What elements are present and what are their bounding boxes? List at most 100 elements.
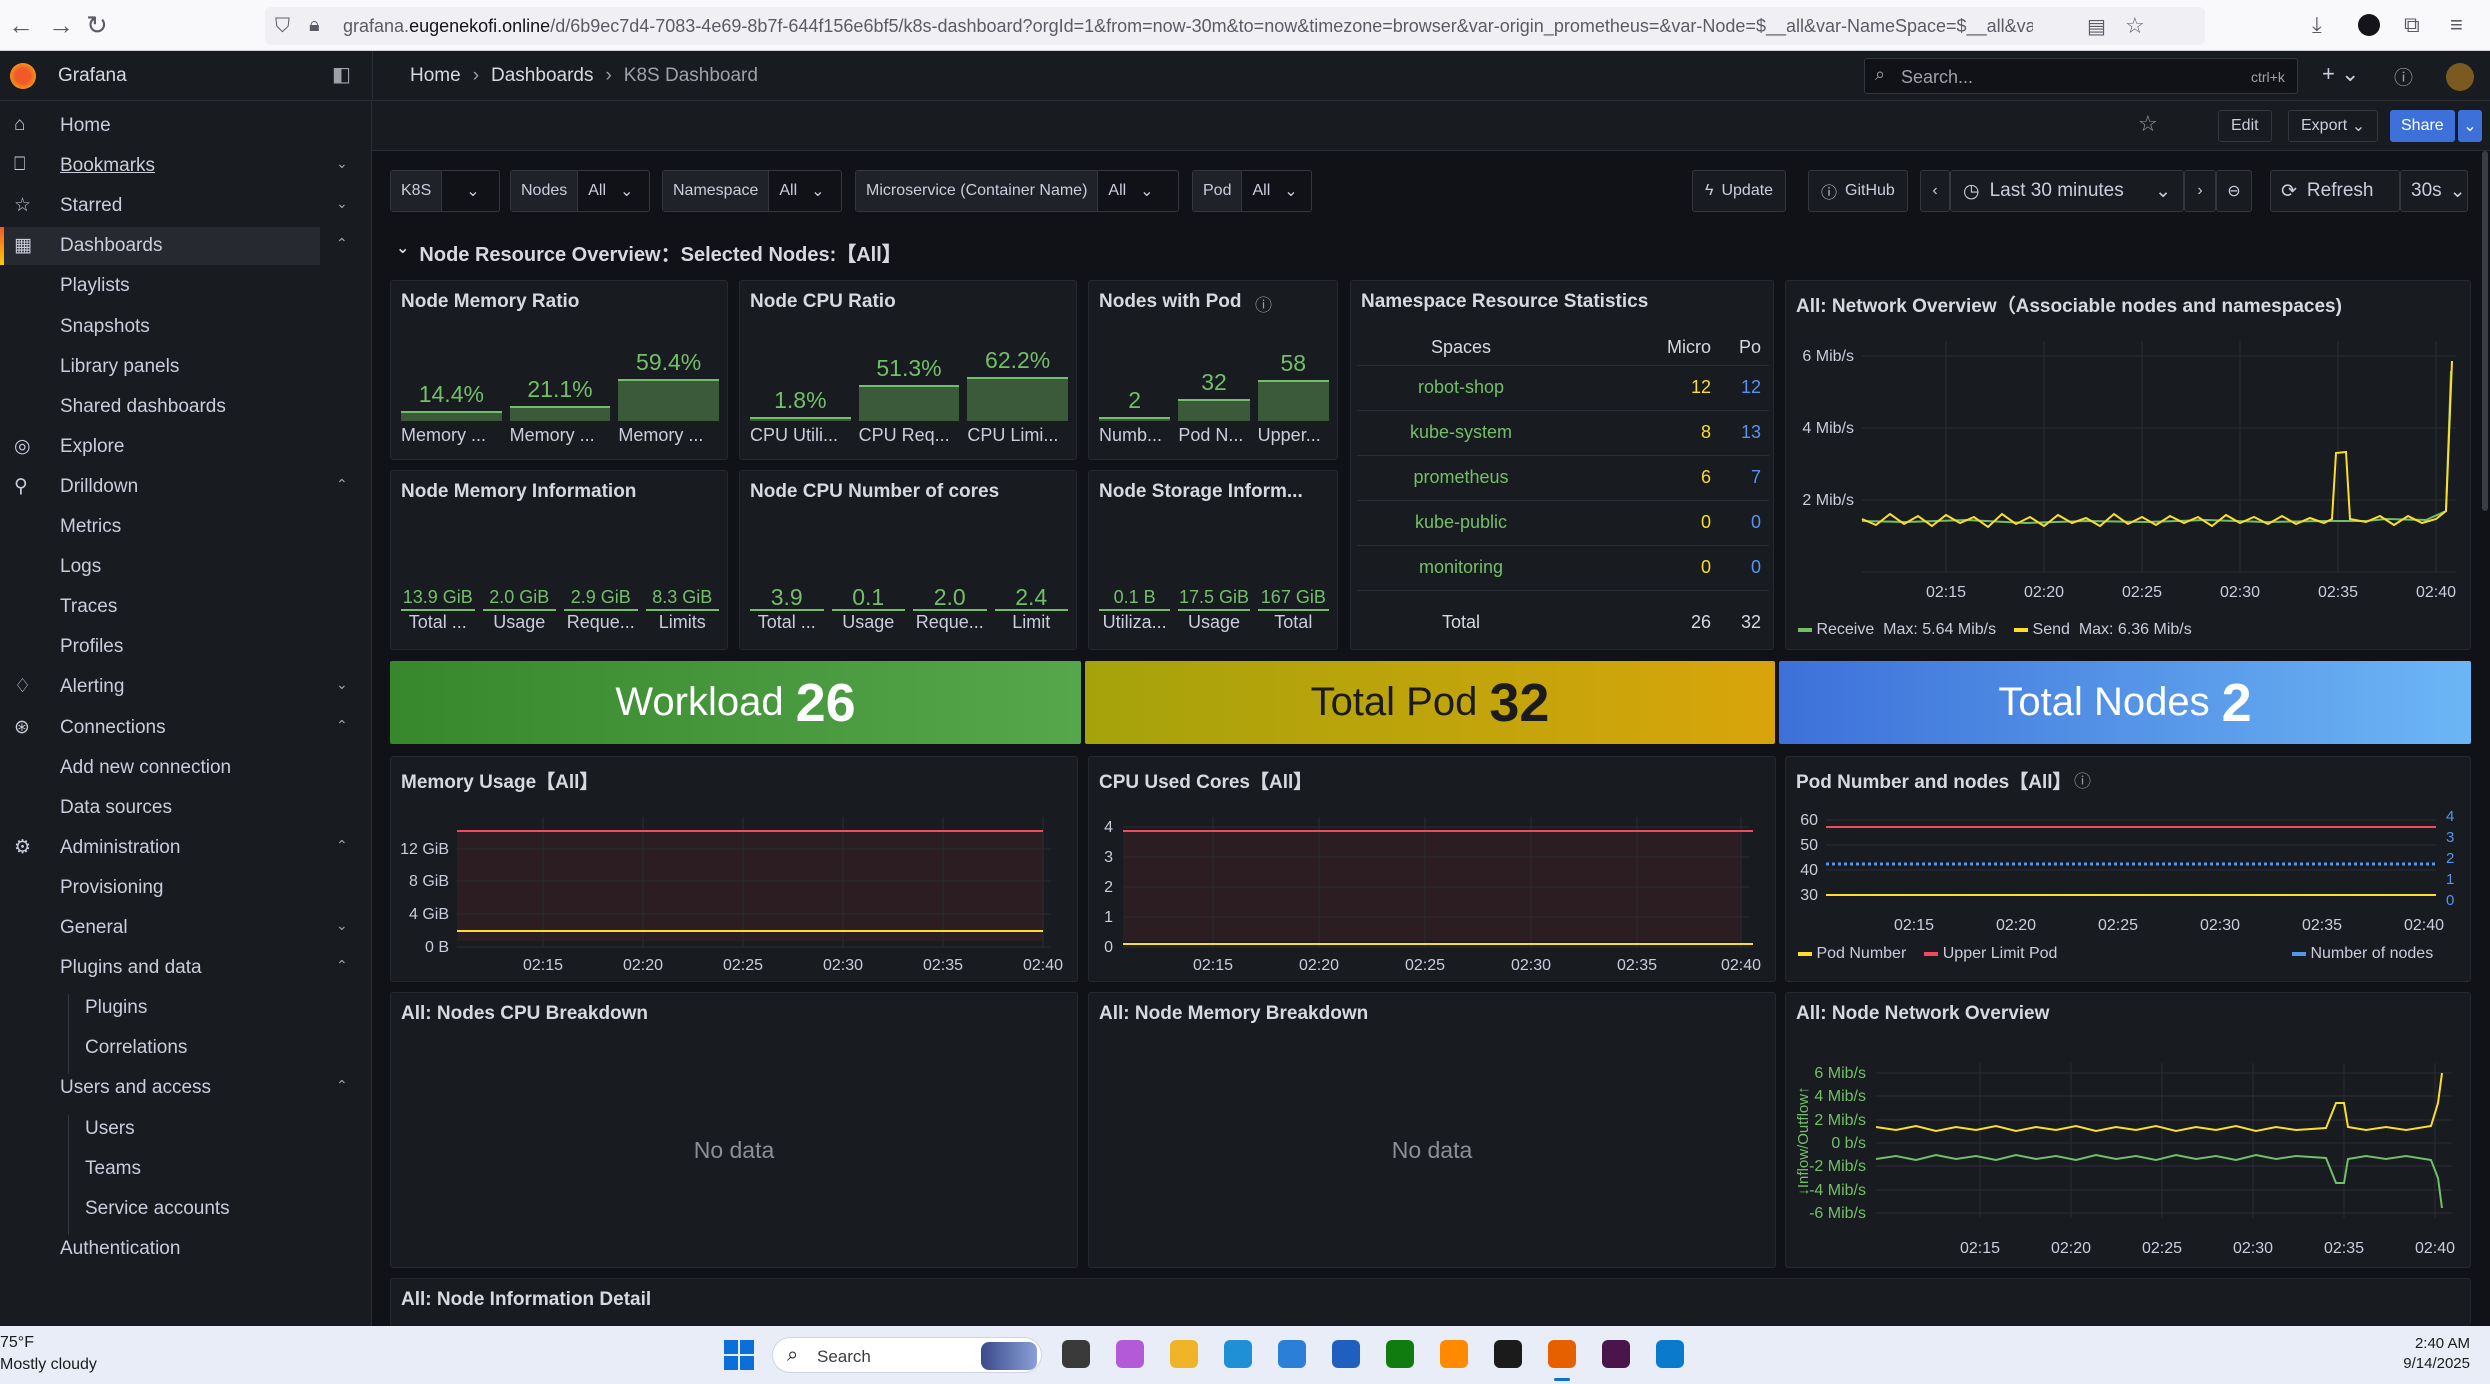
file-explorer-icon[interactable] bbox=[1170, 1340, 1198, 1368]
sidebar-item-provisioning[interactable]: Provisioning bbox=[0, 869, 320, 907]
sidebar-item-plugins-and-data[interactable]: Plugins and data bbox=[0, 949, 320, 987]
reader-icon[interactable]: ▤ bbox=[2087, 14, 2106, 39]
sidebar-item-administration[interactable]: ⚙ Administration bbox=[0, 829, 320, 867]
breadcrumb-dashboards[interactable]: Dashboards bbox=[491, 65, 593, 87]
variable-namespace[interactable]: Namespace All ⌄ bbox=[662, 170, 842, 212]
panel-network-overview[interactable]: All: Network Overview（Associable nodes a… bbox=[1785, 280, 2471, 650]
zoom-out-icon[interactable]: ⊖ bbox=[2216, 170, 2252, 212]
sidebar-item-logs[interactable]: Logs bbox=[0, 548, 320, 586]
panel-pod-number-nodes[interactable]: Pod Number and nodes【All】 ⓘ 60 50 40 30 … bbox=[1785, 756, 2471, 982]
variable-microservice-container-name-[interactable]: Microservice (Container Name) All ⌄ bbox=[855, 170, 1179, 212]
chevron-down-icon[interactable]: ⌄ bbox=[336, 917, 348, 934]
legend-receive[interactable]: Receive Max: 5.64 Mib/s bbox=[1798, 621, 1996, 639]
sidebar-item-correlations[interactable]: Correlations bbox=[0, 1029, 320, 1067]
reload-icon[interactable]: ↻ bbox=[86, 10, 108, 41]
legend-number-of-nodes[interactable]: Number of nodes bbox=[2292, 945, 2433, 963]
search-input[interactable]: ⌕ Search... ctrl+k bbox=[1864, 58, 2298, 94]
panel-node-storage[interactable]: Node Storage Inform... 0.1 B Utiliza... 17… bbox=[1088, 470, 1338, 650]
info-icon[interactable]: ⓘ bbox=[1255, 291, 1272, 316]
panel-node-information-detail[interactable]: All: Node Information Detail bbox=[390, 1278, 2471, 1326]
windows-start-icon[interactable] bbox=[724, 1340, 754, 1370]
panel-node-memory-information[interactable]: Node Memory Information 13.9 GiB Total ..… bbox=[390, 470, 728, 650]
back-icon[interactable]: ← bbox=[8, 10, 34, 41]
panel-cpu-used-cores[interactable]: CPU Used Cores【All】 4 3 2 1 0 02:15 02:2… bbox=[1088, 756, 1776, 982]
download-icon[interactable]: ⤓ bbox=[2312, 12, 2322, 38]
sidebar-item-library-panels[interactable]: Library panels bbox=[0, 348, 320, 386]
edge-icon[interactable] bbox=[1224, 1340, 1252, 1368]
stat-total-nodes[interactable]: Total Nodes 2 bbox=[1779, 661, 2471, 744]
taskbar-search[interactable]: ⌕ Search bbox=[772, 1337, 1042, 1373]
legend-pod-number[interactable]: Pod Number bbox=[1798, 945, 1906, 963]
sidebar-item-authentication[interactable]: Authentication bbox=[0, 1230, 320, 1268]
sidebar-item-shared-dashboards[interactable]: Shared dashboards bbox=[0, 388, 320, 426]
legend-send[interactable]: Send Max: 6.36 Mib/s bbox=[2014, 621, 2192, 639]
store-icon[interactable] bbox=[1278, 1340, 1306, 1368]
scrollbar[interactable] bbox=[2482, 151, 2488, 511]
panel-node-memory-breakdown[interactable]: All: Node Memory Breakdown No data bbox=[1088, 992, 1776, 1268]
sidebar-item-service-accounts[interactable]: Service accounts bbox=[0, 1190, 320, 1228]
sidebar-item-profiles[interactable]: Profiles bbox=[0, 628, 320, 666]
sidebar-item-alerting[interactable]: ♢ Alerting bbox=[0, 668, 320, 706]
chevron-down-icon[interactable]: ⌄ bbox=[336, 155, 348, 172]
menu-icon[interactable]: ≡ bbox=[2450, 12, 2463, 38]
grafana-logo-icon[interactable] bbox=[10, 63, 36, 89]
sidebar-item-drilldown[interactable]: ⚲ Drilldown bbox=[0, 468, 320, 506]
time-range-picker[interactable]: ◷ Last 30 minutes ⌄ bbox=[1950, 170, 2184, 212]
forward-icon[interactable]: → bbox=[48, 10, 74, 41]
sidebar-item-home[interactable]: ⌂ Home bbox=[0, 107, 320, 145]
dock-menu-icon[interactable]: ◧ bbox=[332, 62, 351, 87]
sidebar-item-explore[interactable]: ◎ Explore bbox=[0, 428, 320, 466]
variable-pod[interactable]: Pod All ⌄ bbox=[1192, 170, 1312, 212]
sidebar-item-bookmarks[interactable]: ⎕ Bookmarks bbox=[0, 147, 320, 185]
sidebar-item-users-and-access[interactable]: Users and access bbox=[0, 1069, 320, 1107]
sidebar-item-general[interactable]: General bbox=[0, 909, 320, 947]
account-icon[interactable] bbox=[2358, 14, 2380, 36]
chevron-up-icon[interactable]: ⌃ bbox=[336, 837, 348, 854]
sidebar-item-traces[interactable]: Traces bbox=[0, 588, 320, 626]
sidebar-item-plugins[interactable]: Plugins bbox=[0, 989, 320, 1027]
sidebar-item-teams[interactable]: Teams bbox=[0, 1150, 320, 1188]
panel-memory-usage[interactable]: Memory Usage【All】 12 GiB 8 GiB 4 GiB 0 B… bbox=[390, 756, 1078, 982]
time-forward-button[interactable]: › bbox=[2184, 170, 2216, 212]
address-bar[interactable]: ⛉ 🔒︎ grafana.eugenekofi.online/d/6b9ec7d… bbox=[265, 7, 2205, 45]
panel-nodes-cpu-breakdown[interactable]: All: Nodes CPU Breakdown No data bbox=[390, 992, 1078, 1268]
variable-value[interactable]: All ⌄ bbox=[1098, 181, 1163, 201]
sidebar-item-dashboards[interactable]: ▦ Dashboards bbox=[0, 227, 320, 266]
weather-widget[interactable]: 75°F Mostly cloudy bbox=[0, 1332, 97, 1376]
variable-k8s[interactable]: K8S ⌄ bbox=[390, 170, 500, 212]
variable-value[interactable]: All ⌄ bbox=[578, 181, 643, 201]
export-button[interactable]: Export ⌄ bbox=[2288, 110, 2379, 142]
sidebar-item-users[interactable]: Users bbox=[0, 1110, 320, 1148]
panel-node-cpu-ratio[interactable]: Node CPU Ratio 1.8% CPU Utili... 51.3% CPU … bbox=[739, 280, 1077, 460]
refresh-interval-select[interactable]: 30s ⌄ bbox=[2400, 170, 2468, 212]
variable-nodes[interactable]: Nodes All ⌄ bbox=[510, 170, 650, 212]
row-header[interactable]: ⌄ Node Resource Overview：Selected Nodes:… bbox=[396, 238, 902, 267]
sidebar-item-metrics[interactable]: Metrics bbox=[0, 508, 320, 546]
bookmark-star-icon[interactable]: ☆ bbox=[2125, 13, 2145, 39]
variable-value[interactable]: All ⌄ bbox=[1242, 181, 1307, 201]
sublime-icon[interactable] bbox=[1440, 1340, 1468, 1368]
sidebar-item-data-sources[interactable]: Data sources bbox=[0, 789, 320, 827]
chevron-up-icon[interactable]: ⌃ bbox=[336, 1077, 348, 1094]
chevron-up-icon[interactable]: ⌃ bbox=[336, 957, 348, 974]
sidebar-item-starred[interactable]: ☆ Starred bbox=[0, 187, 320, 225]
sidebar-item-connections[interactable]: ⊛ Connections bbox=[0, 709, 320, 747]
clock[interactable]: 2:40 AM 9/14/2025 bbox=[2400, 1334, 2470, 1374]
chatgpt-icon[interactable] bbox=[1494, 1340, 1522, 1368]
stat-workload[interactable]: Workload 26 bbox=[390, 661, 1081, 744]
sidebar-item-playlists[interactable]: Playlists bbox=[0, 267, 320, 305]
slack-icon[interactable] bbox=[1602, 1340, 1630, 1368]
panel-nodes-with-pod[interactable]: Nodes with Pod ⓘ 2 Numb... 32 Pod N... 58 Upp… bbox=[1088, 280, 1338, 460]
add-icon[interactable]: + ⌄ bbox=[2322, 61, 2359, 87]
variable-value[interactable]: ⌄ bbox=[442, 181, 489, 201]
panel-node-cpu-cores[interactable]: Node CPU Number of cores 3.9 Total ... 0.1… bbox=[739, 470, 1077, 650]
share-button[interactable]: Share bbox=[2390, 110, 2455, 142]
help-icon[interactable]: ⓘ bbox=[2394, 63, 2413, 90]
share-dropdown[interactable]: ⌄ bbox=[2458, 110, 2482, 142]
edit-button[interactable]: Edit bbox=[2218, 110, 2272, 142]
star-icon[interactable]: ☆ bbox=[2138, 111, 2158, 137]
sidebar-item-snapshots[interactable]: Snapshots bbox=[0, 308, 320, 346]
github-link[interactable]: ⓘ GitHub bbox=[1808, 170, 1908, 212]
panel-namespace-resource-statistics[interactable]: Namespace Resource Statistics Spaces Micr… bbox=[1350, 280, 1774, 650]
chevron-up-icon[interactable]: ⌃ bbox=[336, 476, 348, 493]
